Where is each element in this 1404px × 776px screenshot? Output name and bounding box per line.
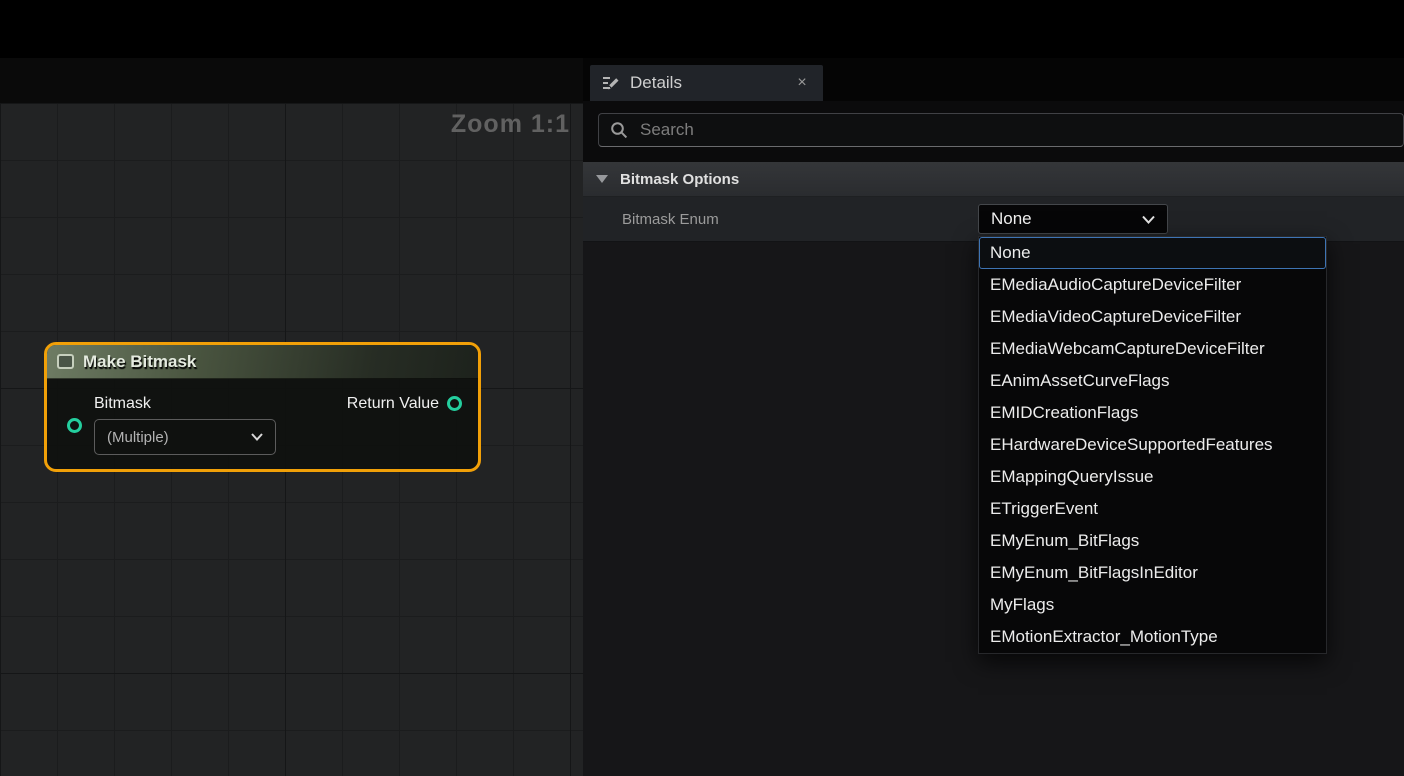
enum-option[interactable]: EMyEnum_BitFlagsInEditor: [979, 557, 1326, 589]
bitmask-value-text: (Multiple): [107, 429, 169, 446]
output-pin-label: Return Value: [347, 395, 439, 413]
enum-option[interactable]: EHardwareDeviceSupportedFeatures: [979, 429, 1326, 461]
enum-dropdown-popup: NoneEMediaAudioCaptureDeviceFilterEMedia…: [978, 236, 1327, 654]
close-icon[interactable]: ×: [793, 75, 811, 91]
zoom-level-label: Zoom 1:1: [451, 110, 570, 139]
bitmask-enum-value: None: [991, 209, 1032, 229]
category-bitmask-options[interactable]: Bitmask Options: [583, 162, 1404, 197]
search-box[interactable]: [598, 113, 1404, 147]
return-value-group: Return Value: [347, 395, 462, 455]
enum-option[interactable]: EMediaWebcamCaptureDeviceFilter: [979, 333, 1326, 365]
top-menu-bar: [0, 0, 1404, 58]
enum-option[interactable]: MyFlags: [979, 589, 1326, 621]
chevron-down-icon: [251, 433, 263, 441]
panel-tab-strip: Details ×: [583, 58, 1404, 101]
make-struct-icon: [57, 354, 74, 369]
enum-option[interactable]: EMIDCreationFlags: [979, 397, 1326, 429]
bitmask-value-dropdown[interactable]: (Multiple): [94, 419, 276, 455]
enum-option[interactable]: EMyEnum_BitFlags: [979, 525, 1326, 557]
category-title: Bitmask Options: [620, 171, 739, 188]
chevron-down-icon: [1142, 215, 1155, 224]
input-pin-label: Bitmask: [94, 395, 276, 413]
bitmask-input-stack: Bitmask (Multiple): [94, 395, 276, 455]
graph-top-shade: [0, 58, 583, 103]
details-icon: [602, 74, 620, 92]
make-bitmask-node[interactable]: Make Bitmask Bitmask (Multiple) Return V…: [44, 342, 481, 472]
node-header[interactable]: Make Bitmask: [47, 345, 478, 379]
search-row: [598, 113, 1404, 147]
enum-option[interactable]: EMediaVideoCaptureDeviceFilter: [979, 301, 1326, 333]
enum-option[interactable]: None: [979, 237, 1326, 269]
property-label: Bitmask Enum: [622, 197, 719, 241]
return-value-pin[interactable]: [447, 396, 462, 411]
enum-option[interactable]: EMappingQueryIssue: [979, 461, 1326, 493]
tab-details[interactable]: Details ×: [590, 65, 823, 101]
enum-option[interactable]: EMediaAudioCaptureDeviceFilter: [979, 269, 1326, 301]
search-icon: [610, 121, 628, 139]
enum-option[interactable]: EMotionExtractor_MotionType: [979, 621, 1326, 653]
expand-caret-icon: [596, 175, 608, 183]
bitmask-enum-dropdown[interactable]: None: [978, 204, 1168, 234]
blueprint-graph-canvas[interactable]: Zoom 1:1 Make Bitmask Bitmask (Multiple)…: [0, 58, 583, 776]
enum-option[interactable]: EAnimAssetCurveFlags: [979, 365, 1326, 397]
search-input[interactable]: [640, 120, 1392, 140]
node-body: Bitmask (Multiple) Return Value: [47, 379, 478, 469]
bitmask-input-group: Bitmask (Multiple): [67, 395, 276, 455]
bitmask-input-pin[interactable]: [67, 418, 82, 433]
tab-title: Details: [630, 73, 682, 93]
details-panel: Details × Bitmask Options Bitmask Enum N…: [583, 58, 1404, 776]
enum-option[interactable]: ETriggerEvent: [979, 493, 1326, 525]
node-title: Make Bitmask: [83, 352, 196, 372]
